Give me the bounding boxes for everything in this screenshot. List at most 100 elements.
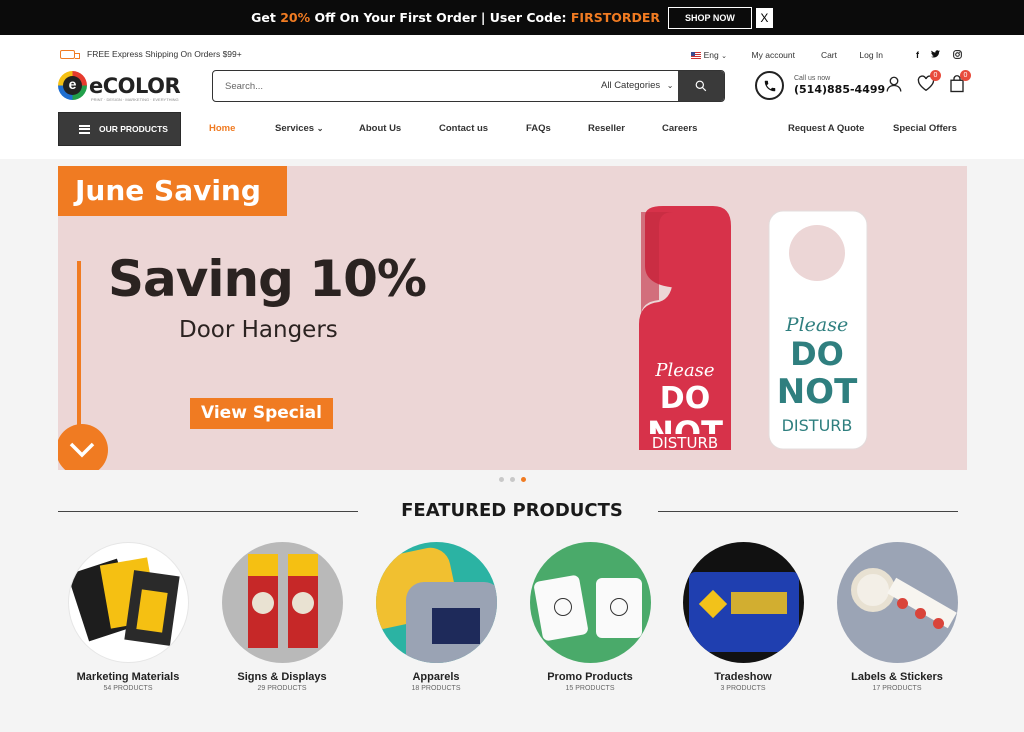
product-category-card[interactable]: Labels & Stickers 17 PRODUCTS (822, 542, 972, 692)
white-hanger-text-2: DO (790, 335, 844, 373)
product-category-name: Apparels (412, 671, 460, 683)
tradeshow-image (682, 542, 804, 663)
category-label: All Categories (601, 80, 661, 91)
product-category-name: Labels & Stickers (851, 671, 943, 683)
language-selector[interactable]: Eng ⌄ (690, 50, 727, 60)
truck-icon (60, 49, 80, 59)
nav-special-offers[interactable]: Special Offers (893, 123, 957, 134)
view-special-button[interactable]: View Special (190, 398, 333, 429)
logo-text: eCOLOR (89, 73, 181, 98)
carousel-dot[interactable] (509, 477, 515, 482)
banner-subheadline: Door Hangers (179, 317, 338, 343)
apparels-image (375, 542, 497, 663)
nav-services[interactable]: Services ⌄ (275, 123, 323, 134)
wishlist-count-badge: 0 (930, 70, 941, 81)
promo-products-image (529, 542, 651, 663)
banner-tag: June Saving (58, 166, 287, 216)
nav-home[interactable]: Home (209, 123, 235, 134)
promo-discount: 20% (280, 10, 311, 25)
promo-text: Get 20% Off On Your First Order | User C… (251, 10, 660, 25)
carousel-dot[interactable] (498, 477, 504, 482)
product-category-name: Tradeshow (714, 671, 772, 683)
signs-displays-image (221, 542, 343, 663)
product-category-card[interactable]: Apparels 18 PRODUCTS (361, 542, 511, 692)
site-logo[interactable]: eCOLOR PRINT · DESIGN · MARKETING · EVER… (58, 71, 181, 102)
shop-now-button[interactable]: SHOP NOW (668, 6, 752, 29)
instagram-icon[interactable] (953, 50, 962, 61)
white-hanger-text-1: Please (785, 314, 848, 336)
category-select[interactable]: All Categories ⌄ (601, 71, 673, 101)
product-category-count: 54 PRODUCTS (103, 685, 153, 692)
product-category-count: 15 PRODUCTS (565, 685, 615, 692)
our-products-label: OUR PRODUCTS (99, 124, 168, 134)
product-category-card[interactable]: Promo Products 15 PRODUCTS (515, 542, 665, 692)
product-category-name: Marketing Materials (76, 671, 180, 683)
cart-count-badge: 0 (960, 70, 971, 81)
shipping-text: FREE Express Shipping On Orders $99+ (87, 49, 242, 59)
chevron-down-icon: ⌄ (316, 124, 324, 133)
product-category-card[interactable]: Tradeshow 3 PRODUCTS (668, 542, 818, 692)
hero-banner[interactable]: June Saving Saving 10% Door Hangers View… (58, 166, 967, 470)
search-bar: All Categories ⌄ (212, 70, 725, 102)
promo-text-middle: Off On Your First Order | User Code: (310, 10, 571, 25)
wishlist-button[interactable]: 0 (917, 70, 941, 97)
product-category-card[interactable]: Signs & Displays 29 PRODUCTS (207, 542, 357, 692)
phone-icon (755, 71, 784, 100)
white-hanger-text-4: DISTURB (782, 416, 853, 435)
us-flag-icon (690, 52, 701, 59)
white-hanger-text-3: NOT (777, 372, 858, 412)
logo-tagline: PRINT · DESIGN · MARKETING · EVERYTHING (91, 97, 179, 102)
white-door-hanger-image: Please DO NOT DISTURB (768, 210, 868, 450)
promo-bar: Get 20% Off On Your First Order | User C… (0, 0, 1024, 35)
product-category-count: 17 PRODUCTS (872, 685, 922, 692)
carousel-dots (0, 477, 1024, 482)
phone-number[interactable]: (514)885-4499 (794, 83, 885, 96)
nav-request-quote[interactable]: Request A Quote (788, 123, 864, 134)
chevron-down-icon[interactable] (58, 424, 108, 470)
nav-services-label: Services (275, 123, 315, 134)
user-icon[interactable] (885, 75, 903, 98)
nav-contact[interactable]: Contact us (439, 123, 488, 134)
nav-about[interactable]: About Us (359, 123, 401, 134)
product-category-count: 3 PRODUCTS (720, 685, 766, 692)
close-promo-button[interactable]: X (755, 7, 773, 28)
nav-reseller[interactable]: Reseller (588, 123, 625, 134)
login-link[interactable]: Log In (859, 50, 883, 60)
chevron-down-icon: ⌄ (721, 53, 727, 60)
shipping-notice: FREE Express Shipping On Orders $99+ (60, 49, 242, 59)
twitter-icon[interactable] (931, 50, 940, 60)
divider-right (658, 511, 958, 512)
product-category-card[interactable]: Marketing Materials 54 PRODUCTS (53, 542, 203, 692)
nav-faqs[interactable]: FAQs (526, 123, 551, 134)
product-category-name: Promo Products (547, 671, 633, 683)
call-label: Call us now (794, 75, 831, 82)
cart-link[interactable]: Cart (821, 50, 837, 60)
search-input[interactable] (225, 71, 585, 101)
product-category-count: 29 PRODUCTS (257, 685, 307, 692)
logo-mark (58, 71, 87, 100)
language-label: Eng (703, 50, 719, 60)
top-info-bar: FREE Express Shipping On Orders $99+ Eng… (0, 49, 1024, 63)
red-hanger-bottom: DISTURB (639, 434, 731, 452)
banner-headline: Saving 10% (108, 250, 427, 308)
carousel-dot-active[interactable] (520, 477, 526, 482)
promo-text-before: Get (251, 10, 281, 25)
labels-stickers-image (836, 542, 958, 663)
product-category-count: 18 PRODUCTS (411, 685, 461, 692)
my-account-link[interactable]: My account (752, 50, 795, 60)
search-icon (695, 80, 707, 92)
product-category-name: Signs & Displays (237, 671, 327, 683)
facebook-icon[interactable]: f (916, 50, 919, 60)
cart-button[interactable]: 0 (949, 70, 971, 98)
nav-careers[interactable]: Careers (662, 123, 697, 134)
our-products-button[interactable]: OUR PRODUCTS (58, 112, 181, 146)
site-header: FREE Express Shipping On Orders $99+ Eng… (0, 35, 1024, 159)
red-hanger-text-4: DISTURB (652, 434, 718, 452)
chevron-down-icon: ⌄ (666, 81, 674, 90)
promo-code: FIRSTORDER (570, 10, 661, 25)
marketing-materials-image (67, 542, 189, 663)
menu-icon (79, 124, 90, 134)
banner-accent-line (77, 261, 81, 431)
search-button[interactable] (678, 71, 724, 101)
call-box: Call us now (514)885-4499 (755, 71, 885, 100)
